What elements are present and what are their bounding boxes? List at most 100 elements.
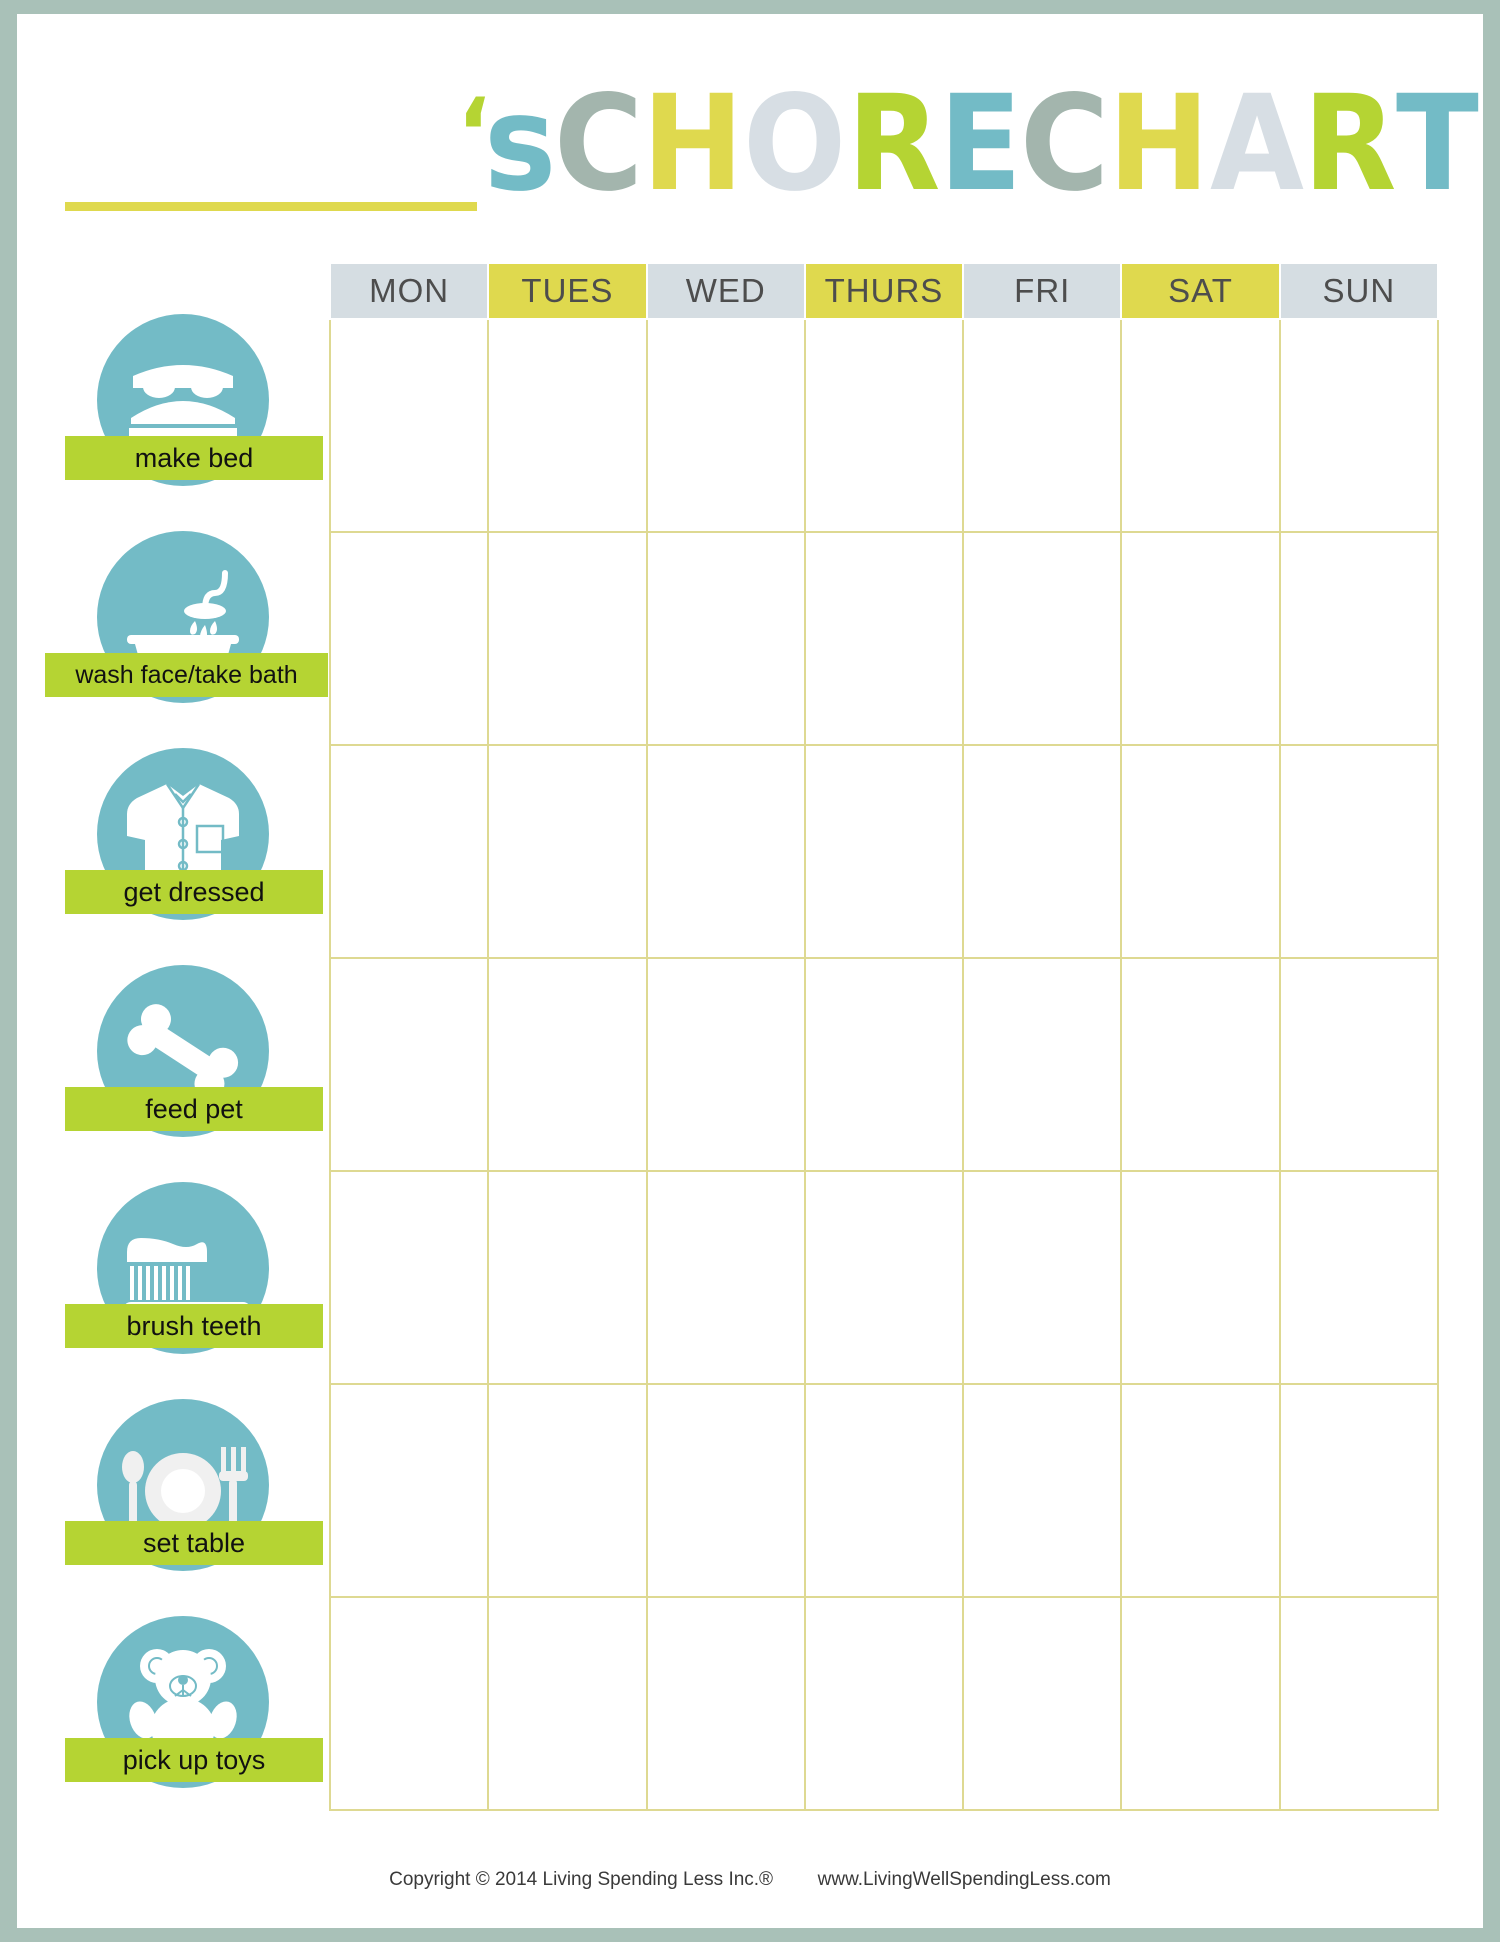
chore-row: get dressed: [17, 748, 329, 965]
title-letter-3: H: [641, 67, 744, 221]
grid-row: [328, 957, 1440, 1172]
grid-cell[interactable]: [1278, 1596, 1440, 1811]
grid-row: [328, 1170, 1440, 1385]
grid-cell[interactable]: [1278, 1383, 1440, 1598]
title-letter-9: A: [1209, 67, 1304, 221]
grid-cell[interactable]: [803, 1383, 965, 1598]
grid-cell[interactable]: [645, 957, 806, 1172]
website-link[interactable]: www.LivingWellSpendingLess.com: [818, 1869, 1111, 1890]
chore-label: make bed: [65, 436, 323, 480]
weekly-grid: MON TUES WED THURS FRI SAT SUN: [328, 262, 1440, 1811]
grid-cell[interactable]: [487, 318, 648, 533]
grid-row: [328, 1596, 1440, 1811]
grid-cell[interactable]: [1120, 957, 1281, 1172]
grid-row: [328, 531, 1440, 746]
copyright-text: Copyright © 2014 Living Spending Less In…: [389, 1869, 774, 1890]
grid-cell[interactable]: [803, 957, 965, 1172]
grid-cell[interactable]: [803, 744, 965, 959]
day-header-thurs: THURS: [803, 262, 965, 320]
day-header-sat: SAT: [1120, 262, 1281, 320]
grid-cell[interactable]: [328, 1170, 490, 1385]
chore-label: feed pet: [65, 1087, 323, 1131]
chore-label: wash face/take bath: [45, 653, 328, 697]
grid-cell[interactable]: [328, 744, 490, 959]
grid-cell[interactable]: [645, 744, 806, 959]
chore-row: feed pet: [17, 965, 329, 1182]
grid-cell[interactable]: [962, 1596, 1123, 1811]
chart-title-text: ‘sCHORECHART: [457, 64, 1478, 214]
grid-cell[interactable]: [962, 957, 1123, 1172]
title-letter-11: T: [1395, 67, 1479, 221]
grid-cell[interactable]: [962, 744, 1123, 959]
day-header-sun: SUN: [1278, 262, 1440, 320]
chore-row: make bed: [17, 314, 329, 531]
grid-cell[interactable]: [328, 957, 490, 1172]
title-letter-1: s: [484, 67, 556, 221]
grid-header-row: MON TUES WED THURS FRI SAT SUN: [328, 262, 1440, 320]
grid-cell[interactable]: [1120, 744, 1281, 959]
grid-cell[interactable]: [487, 1596, 648, 1811]
chore-chart-page: ‘sCHORECHART make bed wash face/take bat…: [17, 14, 1483, 1928]
title-letter-8: H: [1108, 67, 1210, 221]
chore-list: make bed wash face/take bath get dressed: [17, 314, 329, 1833]
grid-cell[interactable]: [645, 531, 806, 746]
title-letter-6: E: [939, 67, 1022, 221]
title-letter-5: R: [846, 67, 940, 221]
grid-cell[interactable]: [328, 1383, 490, 1598]
grid-cell[interactable]: [803, 318, 965, 533]
grid-cell[interactable]: [645, 1170, 806, 1385]
grid-cell[interactable]: [803, 1596, 965, 1811]
grid-cell[interactable]: [803, 531, 965, 746]
day-header-mon: MON: [328, 262, 490, 320]
grid-row: [328, 1383, 1440, 1598]
chore-label: brush teeth: [65, 1304, 323, 1348]
grid-cell[interactable]: [962, 531, 1123, 746]
title-letter-10: R: [1302, 67, 1396, 221]
grid-row: [328, 744, 1440, 959]
chore-label: set table: [65, 1521, 323, 1565]
day-header-wed: WED: [645, 262, 806, 320]
title-letter-4: O: [743, 67, 846, 221]
day-header-fri: FRI: [962, 262, 1123, 320]
grid-cell[interactable]: [328, 318, 490, 533]
grid-cell[interactable]: [645, 318, 806, 533]
name-blank-line[interactable]: [65, 202, 477, 211]
grid-cell[interactable]: [1120, 1170, 1281, 1385]
grid-cell[interactable]: [1278, 318, 1440, 533]
title-letter-0: ‘: [457, 78, 491, 190]
grid-cell[interactable]: [1120, 318, 1281, 533]
grid-body: [328, 318, 1440, 1811]
grid-cell[interactable]: [487, 1383, 648, 1598]
title-letter-2: C: [554, 67, 643, 221]
grid-cell[interactable]: [962, 1170, 1123, 1385]
chart-title: ‘sCHORECHART: [17, 34, 1483, 214]
grid-cell[interactable]: [1278, 1170, 1440, 1385]
grid-cell[interactable]: [1120, 531, 1281, 746]
grid-cell[interactable]: [645, 1596, 806, 1811]
title-letter-7: C: [1020, 67, 1109, 221]
grid-cell[interactable]: [962, 318, 1123, 533]
grid-cell[interactable]: [328, 531, 490, 746]
chore-grid-table: MON TUES WED THURS FRI SAT SUN: [328, 262, 1440, 1811]
chore-row: pick up toys: [17, 1616, 329, 1833]
grid-cell[interactable]: [1278, 957, 1440, 1172]
grid-cell[interactable]: [487, 1170, 648, 1385]
grid-cell[interactable]: [1278, 531, 1440, 746]
grid-cell[interactable]: [487, 744, 648, 959]
grid-cell[interactable]: [1120, 1383, 1281, 1598]
grid-cell[interactable]: [328, 1596, 490, 1811]
grid-cell[interactable]: [487, 957, 648, 1172]
chore-row: set table: [17, 1399, 329, 1616]
grid-cell[interactable]: [487, 531, 648, 746]
grid-cell[interactable]: [1278, 744, 1440, 959]
footer: Copyright © 2014 Living Spending Less In…: [17, 1869, 1483, 1891]
grid-cell[interactable]: [803, 1170, 965, 1385]
grid-cell[interactable]: [1120, 1596, 1281, 1811]
day-header-tues: TUES: [487, 262, 648, 320]
chore-row: brush teeth: [17, 1182, 329, 1399]
grid-row: [328, 318, 1440, 533]
grid-cell[interactable]: [962, 1383, 1123, 1598]
chore-label: pick up toys: [65, 1738, 323, 1782]
grid-cell[interactable]: [645, 1383, 806, 1598]
chore-label: get dressed: [65, 870, 323, 914]
